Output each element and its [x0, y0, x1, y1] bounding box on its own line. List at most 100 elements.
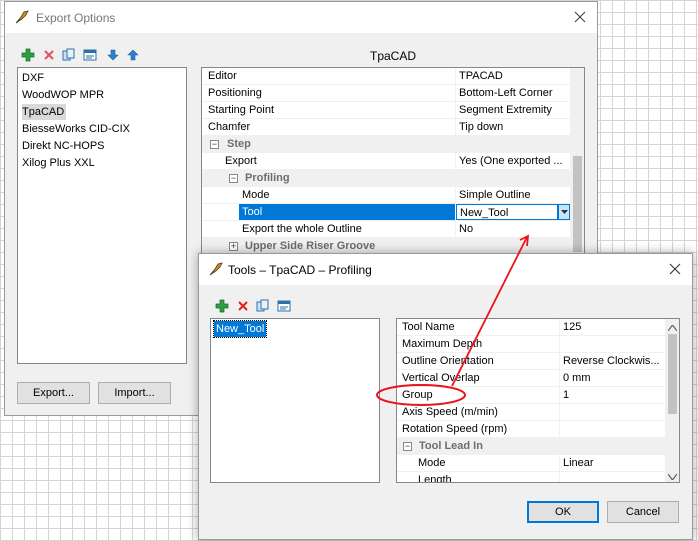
property-value[interactable]: Reverse Clockwis... [560, 353, 665, 369]
tools-titlebar[interactable]: Tools – TpaCAD – Profiling [199, 254, 692, 285]
export-button[interactable]: Export... [17, 382, 90, 404]
format-item[interactable]: Direkt NC-HOPS [22, 138, 105, 154]
add-icon[interactable] [21, 48, 35, 62]
property-value[interactable]: 0 mm [560, 370, 665, 386]
format-list[interactable]: DXF WoodWOP MPR TpaCAD BiesseWorks CID-C… [17, 67, 187, 364]
property-name: Length [418, 474, 452, 483]
property-row[interactable]: Axis Speed (m/min) [397, 404, 665, 421]
add-icon[interactable] [215, 299, 229, 313]
property-row[interactable]: Editor TPACAD [202, 68, 570, 85]
properties-icon[interactable] [83, 48, 97, 62]
property-name: Chamfer [208, 121, 251, 133]
cancel-button[interactable]: Cancel [607, 501, 679, 523]
property-row[interactable]: Export Yes (One exported ... [202, 153, 570, 170]
property-name: Tool Name [402, 321, 455, 333]
property-name: Axis Speed (m/min) [402, 406, 498, 418]
dropdown-arrow-icon[interactable] [558, 204, 570, 220]
window-title: Tools – TpaCAD – Profiling [228, 263, 372, 277]
property-name: Vertical Overlap [402, 372, 480, 384]
property-row[interactable]: Mode Linear [397, 455, 665, 472]
property-name: Mode [242, 189, 270, 201]
property-value[interactable] [560, 404, 665, 420]
property-name: Group [402, 389, 433, 401]
property-value[interactable]: Yes (One exported ... [456, 153, 570, 169]
property-value[interactable]: 125 [560, 319, 665, 335]
close-button[interactable] [662, 256, 688, 282]
property-value[interactable]: Simple Outline [456, 187, 570, 203]
expand-icon[interactable]: + [229, 242, 238, 251]
property-value[interactable]: 1 [560, 387, 665, 403]
category-row-profiling[interactable]: − Profiling [202, 170, 570, 187]
tool-item-selected[interactable]: New_Tool [212, 320, 268, 338]
format-item[interactable]: Xilog Plus XXL [22, 155, 95, 171]
property-name: Editor [208, 70, 237, 82]
property-row[interactable]: Chamfer Tip down [202, 119, 570, 136]
delete-icon[interactable] [236, 299, 250, 313]
property-name: Outline Orientation [402, 355, 494, 367]
category-label: Tool Lead In [419, 440, 483, 452]
properties-icon[interactable] [277, 299, 291, 313]
property-row-group[interactable]: Group 1 [397, 387, 665, 404]
copy-icon[interactable] [62, 48, 76, 62]
property-value[interactable]: Tip down [456, 119, 570, 135]
property-value[interactable]: No [456, 221, 570, 237]
scroll-thumb[interactable] [668, 334, 677, 414]
property-row[interactable]: Vertical Overlap 0 mm [397, 370, 665, 387]
ok-button[interactable]: OK [527, 501, 599, 523]
property-row[interactable]: Tool Name 125 [397, 319, 665, 336]
property-value[interactable] [560, 472, 665, 482]
property-row[interactable]: Mode Simple Outline [202, 187, 570, 204]
collapse-icon[interactable]: − [210, 140, 219, 149]
delete-icon[interactable] [42, 48, 56, 62]
import-button[interactable]: Import... [98, 382, 171, 404]
category-row-tool-lead-in[interactable]: − Tool Lead In [397, 438, 665, 455]
scroll-up-icon[interactable] [667, 322, 678, 334]
move-up-icon[interactable] [126, 48, 140, 62]
move-down-icon[interactable] [106, 48, 120, 62]
export-options-titlebar[interactable]: Export Options [5, 2, 597, 33]
tool-grid-scrollbar[interactable] [665, 319, 679, 482]
category-label: Step [227, 138, 251, 150]
app-icon [208, 261, 224, 277]
tool-dropdown-value[interactable]: New_Tool [456, 204, 558, 220]
property-row[interactable]: Maximum Depth [397, 336, 665, 353]
scroll-down-icon[interactable] [667, 471, 678, 482]
category-row-step[interactable]: − Step [202, 136, 570, 153]
app-icon [14, 9, 30, 25]
copy-icon[interactable] [256, 299, 270, 313]
property-row[interactable]: Outline Orientation Reverse Clockwis... [397, 353, 665, 370]
property-value[interactable]: Bottom-Left Corner [456, 85, 570, 101]
property-value[interactable]: TPACAD [456, 68, 570, 84]
property-value[interactable]: Linear [560, 455, 665, 471]
property-name: Tool [239, 204, 455, 220]
property-value[interactable] [560, 421, 665, 437]
collapse-icon[interactable]: − [403, 442, 412, 451]
tool-property-grid[interactable]: Tool Name 125 Maximum Depth Outline Orie… [396, 318, 680, 483]
property-row[interactable]: Export the whole Outline No [202, 221, 570, 238]
format-item[interactable]: BiesseWorks CID-CIX [22, 121, 130, 137]
property-name: Maximum Depth [402, 338, 483, 350]
format-item[interactable]: WoodWOP MPR [22, 87, 104, 103]
export-grid-scrollbar[interactable] [570, 68, 584, 257]
close-button[interactable] [567, 4, 593, 30]
tools-window: Tools – TpaCAD – Profiling New_Tool Tool… [198, 253, 693, 540]
property-value[interactable]: Segment Extremity [456, 102, 570, 118]
tool-list[interactable]: New_Tool [210, 318, 380, 483]
window-title: Export Options [36, 11, 116, 25]
property-name: Starting Point [208, 104, 275, 116]
export-property-grid[interactable]: Editor TPACAD Positioning Bottom-Left Co… [201, 67, 585, 257]
collapse-icon[interactable]: − [229, 174, 238, 183]
close-icon [669, 263, 681, 275]
property-row[interactable]: Length [397, 472, 665, 483]
format-item-selected[interactable]: TpaCAD [22, 104, 67, 120]
scroll-thumb[interactable] [573, 156, 582, 252]
property-name: Rotation Speed (rpm) [402, 423, 508, 435]
property-row[interactable]: Starting Point Segment Extremity [202, 102, 570, 119]
property-row-selected[interactable]: Tool New_Tool [202, 204, 570, 221]
property-name: Mode [418, 457, 446, 469]
property-name: Positioning [208, 87, 262, 99]
property-row[interactable]: Positioning Bottom-Left Corner [202, 85, 570, 102]
format-item[interactable]: DXF [22, 70, 44, 86]
property-row[interactable]: Rotation Speed (rpm) [397, 421, 665, 438]
property-value[interactable] [560, 336, 665, 352]
